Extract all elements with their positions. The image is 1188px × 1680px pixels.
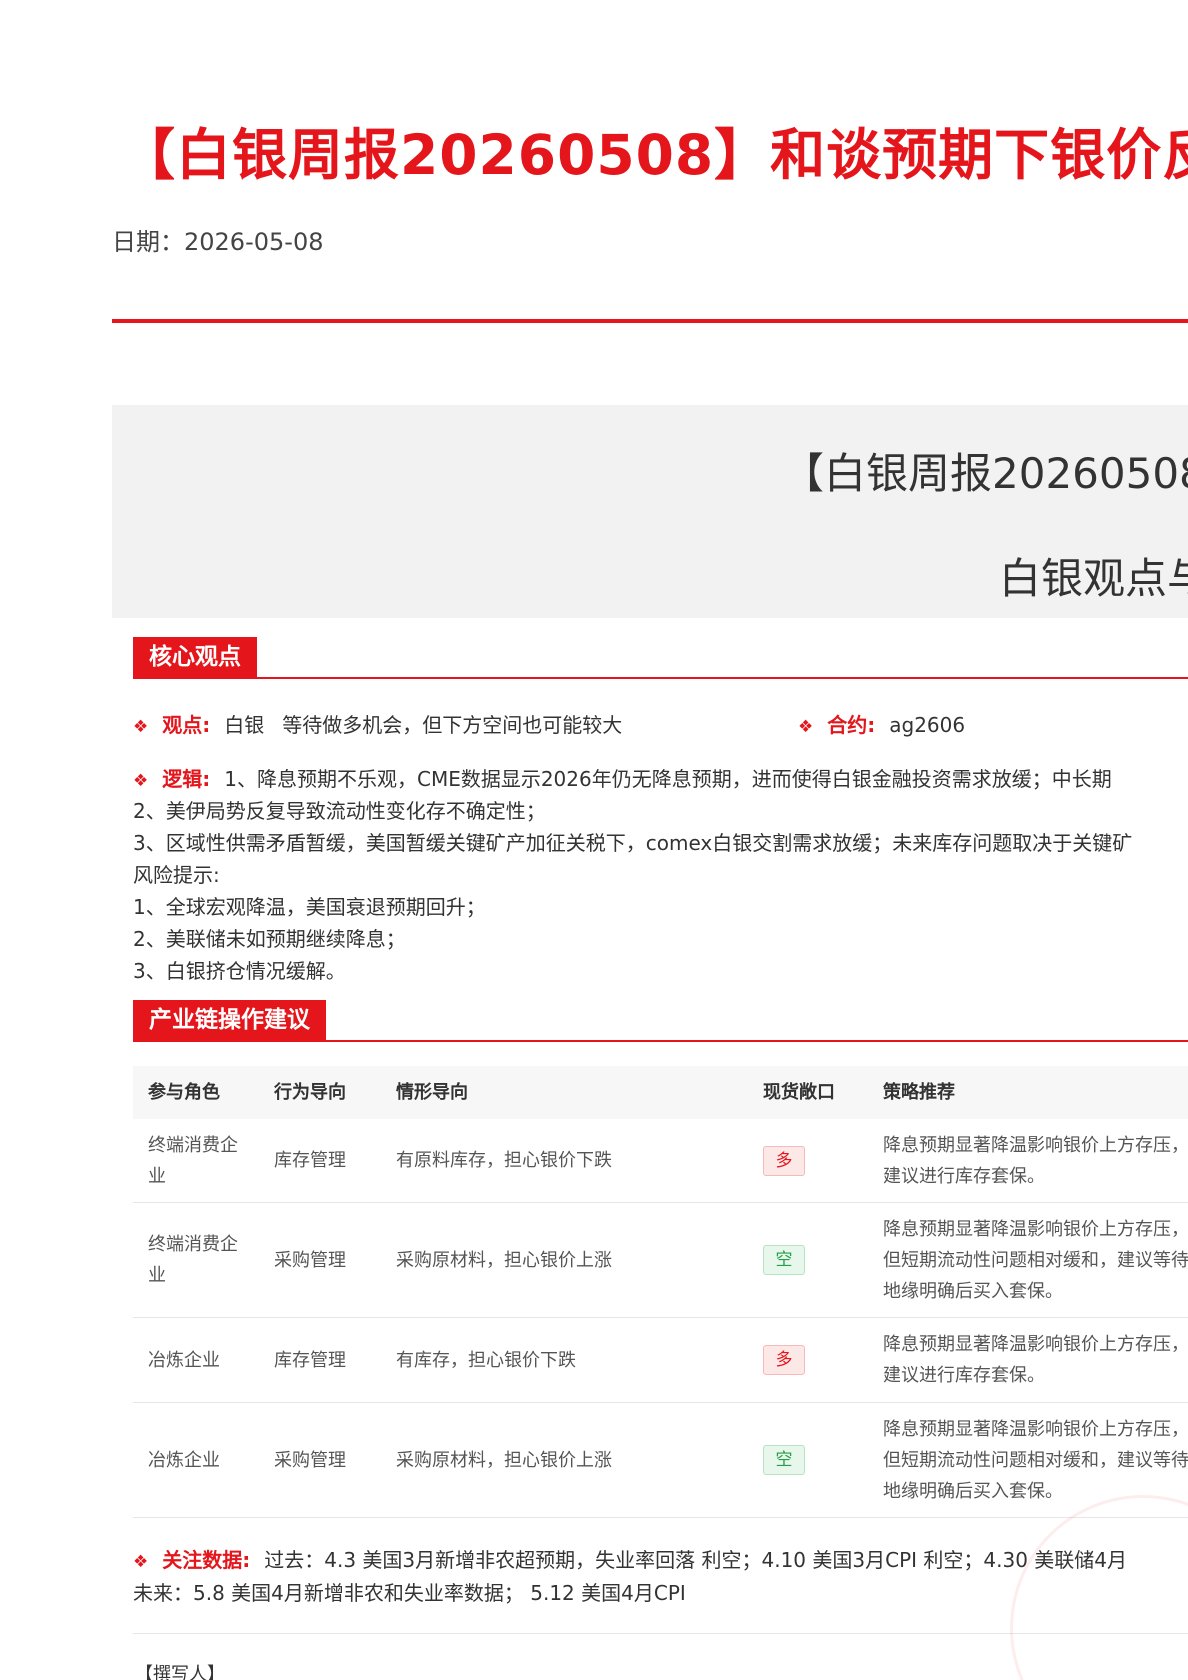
row-role: 冶炼企业 [148,1349,220,1371]
row-role: 冶炼企业 [148,1449,220,1471]
date-value: 2026-05-08 [184,228,324,256]
row-exposure: 空 [763,1403,843,1517]
table-header-row: 参与角色 行为导向 情形导向 现货敞口 策略推荐 [133,1066,1188,1119]
header-strategy: 策略推荐 [883,1082,955,1103]
header-behavior: 行为导向 [274,1082,346,1103]
row-role: 终端消费企业 [148,1134,238,1187]
table-row: 冶炼企业 库存管理 有库存，担心银价下跌 多 降息预期显著降温影响银价上方存压，… [133,1318,1188,1403]
exposure-badge-short: 空 [763,1445,805,1475]
report-date: 日期：2026-05-08 [112,222,323,257]
row-exposure: 多 [763,1318,843,1402]
contract-value: ag2606 [889,713,966,737]
focus-data-label: 关注数据: [162,1548,251,1572]
core-view-tab: 核心观点 [133,637,257,677]
row-behavior: 采购管理 [274,1449,346,1471]
strategy-table: 参与角色 行为导向 情形导向 现货敞口 策略推荐 终端消费企业 库存管理 有原料… [133,1066,1188,1518]
industry-tab: 产业链操作建议 [133,1000,326,1040]
contract-label: 合约: [827,713,876,737]
industry-section-header: 产业链操作建议 [133,1000,1188,1042]
banner-subtitle: 白银观点与 [999,554,1188,603]
risk-title: 风险提示: [133,863,220,887]
report-page: 【白银周报20260508】和谈预期下银价反弹 日期：2026-05-08 【白… [0,0,1188,1680]
header-role: 参与角色 [148,1082,220,1103]
author-label: 【撰写人】 [135,1664,225,1680]
page-title: 【白银周报20260508】和谈预期下银价反弹 [120,123,1188,187]
row-behavior: 库存管理 [274,1150,346,1171]
view-line: ❖ 观点: 白银 等待做多机会，但下方空间也可能较大 [133,709,622,738]
logic-text-1: 1、降息预期不乐观，CME数据显示2026年仍无降息预期，进而使得白银金融投资需… [224,767,1112,791]
focus-data-line: ❖ 关注数据: 过去：4.3 美国3月新增非农超预期，失业率回落 利空；4.10 美… [133,1544,1127,1573]
row-situation: 有原料库存，担心银价下跌 [396,1150,612,1171]
view-label: 观点: [162,713,211,737]
focus-data-future: 未来：5.8 美国4月新增非农和失业率数据； 5.12 美国4月CPI [133,1581,686,1605]
row-strategy: 降息预期显著降温影响银价上方存压， 建议进行库存套保。 [883,1134,1188,1187]
diamond-bullet-icon: ❖ [133,1552,149,1572]
row-situation: 采购原材料，担心银价上涨 [396,1249,612,1271]
title-divider [112,319,1188,323]
logic-line-1: ❖ 逻辑: 1、降息预期不乐观，CME数据显示2026年仍无降息预期，进而使得白银金… [133,763,1112,792]
watermark-circle [1010,1495,1188,1680]
table-row: 终端消费企业 库存管理 有原料库存，担心银价下跌 多 降息预期显著降温影响银价上… [133,1119,1188,1203]
risk-line-1: 1、全球宏观降温，美国衰退预期回升； [133,895,486,919]
banner-title: 【白银周报20260508 [782,449,1188,498]
row-situation: 采购原材料，担心银价上涨 [396,1449,612,1471]
header-situation: 情形导向 [396,1082,468,1103]
table-row: 终端消费企业 采购管理 采购原材料，担心银价上涨 空 降息预期显著降温影响银价上… [133,1203,1188,1318]
report-banner: 【白银周报20260508 白银观点与 [112,405,1188,618]
exposure-badge-short: 空 [763,1245,805,1275]
focus-data-past: 过去：4.3 美国3月新增非农超预期，失业率回落 利空；4.10 美国3月CPI… [264,1548,1128,1572]
contract-line: ❖ 合约: ag2606 [798,709,965,738]
exposure-badge-long: 多 [763,1145,805,1176]
header-exposure: 现货敞口 [763,1082,835,1103]
row-strategy: 降息预期显著降温影响银价上方存压， 但短期流动性问题相对缓和，建议等待 地缘明确后买… [883,1218,1188,1302]
row-behavior: 采购管理 [274,1249,346,1271]
row-exposure: 空 [763,1203,843,1317]
row-exposure: 多 [763,1119,843,1202]
core-view-section-header: 核心观点 [133,637,1188,679]
date-label: 日期： [112,228,184,256]
diamond-bullet-icon: ❖ [798,717,814,737]
view-subject: 白银 [224,713,265,737]
exposure-badge-long: 多 [763,1345,805,1375]
logic-label: 逻辑: [162,767,211,791]
risk-line-2: 2、美联储未如预期继续降息； [133,927,406,951]
view-text: 等待做多机会，但下方空间也可能较大 [282,713,623,737]
row-role: 终端消费企业 [148,1234,238,1286]
logic-line-2: 2、美伊局势反复导致流动性变化存不确定性； [133,799,546,823]
row-behavior: 库存管理 [274,1349,346,1371]
row-situation: 有库存，担心银价下跌 [396,1349,576,1371]
diamond-bullet-icon: ❖ [133,717,149,737]
row-strategy: 降息预期显著降温影响银价上方存压， 建议进行库存套保。 [883,1334,1188,1386]
table-row: 冶炼企业 采购管理 采购原材料，担心银价上涨 空 降息预期显著降温影响银价上方存… [133,1403,1188,1518]
diamond-bullet-icon: ❖ [133,771,149,791]
risk-line-3: 3、白银挤仓情况缓解。 [133,959,346,983]
logic-line-3: 3、区域性供需矛盾暂缓，美国暂缓关键矿产加征关税下，comex白银交割需求放缓；… [133,831,1133,855]
